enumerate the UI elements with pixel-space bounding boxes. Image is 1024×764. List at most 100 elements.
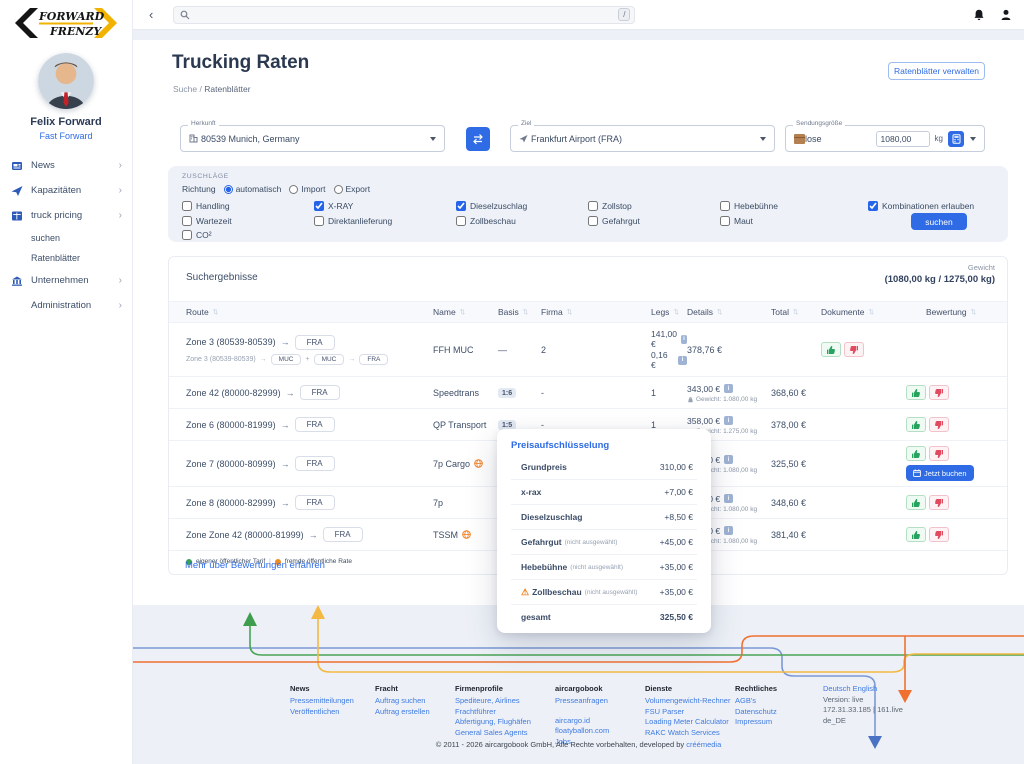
column-header[interactable]: Total⇅ [771, 307, 821, 317]
footer-link[interactable]: AGB's [735, 696, 823, 707]
checkbox-co2[interactable]: CO² [182, 230, 212, 240]
calculator-button[interactable] [948, 131, 964, 147]
column-header[interactable]: Bewertung⇅ [906, 307, 1009, 317]
thumbs-down-button[interactable] [929, 446, 949, 461]
column-header[interactable]: Route⇅ [186, 307, 433, 317]
footer-link[interactable]: Auftrag suchen [375, 696, 463, 707]
back-button[interactable]: ‹ [149, 8, 153, 21]
checkbox-xray[interactable]: X-RAY [314, 201, 353, 211]
radio-import[interactable]: Import [289, 184, 325, 194]
sort-icon[interactable]: ⇅ [567, 308, 572, 316]
sort-icon[interactable]: ⇅ [793, 308, 798, 316]
footer-link[interactable]: aircargo.id [555, 716, 643, 727]
sort-icon[interactable]: ⇅ [868, 308, 873, 316]
footer-link[interactable]: Veröffentlichen [290, 707, 378, 718]
destination-chip[interactable]: FRA [295, 456, 335, 471]
footer-link[interactable]: Loading Meter Calculator [645, 717, 745, 728]
manage-rate-sheets-button[interactable]: Ratenblätter verwalten [888, 62, 985, 80]
destination-chip[interactable]: FRA [295, 495, 335, 510]
destination-chip[interactable]: FRA [300, 385, 340, 400]
checkbox-gefahrgut[interactable]: Gefahrgut [588, 216, 640, 226]
sort-icon[interactable]: ⇅ [971, 308, 976, 316]
info-icon[interactable] [678, 356, 687, 365]
info-icon[interactable] [724, 526, 733, 535]
checkbox-kombinationen[interactable]: Kombinationen erlauben [868, 201, 974, 211]
origin-field[interactable]: Herkunft 80539 Munich, Germany [180, 125, 445, 152]
footer-link[interactable]: General Sales Agents [455, 728, 551, 739]
thumbs-up-button[interactable] [906, 495, 926, 510]
info-icon[interactable] [724, 384, 733, 393]
sidebar-item-administration[interactable]: Administration › [0, 293, 132, 318]
destination-chip[interactable]: FRA [295, 417, 335, 432]
destination-field[interactable]: Ziel Frankfurt Airport (FRA) [510, 125, 775, 152]
notifications-bell-icon[interactable] [973, 9, 985, 21]
sort-icon[interactable]: ⇅ [673, 308, 678, 316]
checkbox-zollbeschau[interactable]: Zollbeschau [456, 216, 516, 226]
thumbs-up-button[interactable] [906, 385, 926, 400]
radio-export[interactable]: Export [334, 184, 371, 194]
footer-link[interactable]: Pressemitteilungen [290, 696, 378, 707]
checkbox-direktanlieferung[interactable]: Direktanlieferung [314, 216, 392, 226]
info-icon[interactable] [724, 455, 733, 464]
footer-link[interactable]: Datenschutz [735, 707, 823, 718]
footer-link[interactable]: FSU Parser [645, 707, 745, 718]
weight-input[interactable] [876, 131, 930, 147]
language-switch-link[interactable]: Deutsch English [823, 684, 933, 695]
sort-icon[interactable]: ⇅ [213, 308, 218, 316]
checkbox-handling[interactable]: Handling [182, 201, 230, 211]
sort-icon[interactable]: ⇅ [523, 308, 528, 316]
more-about-ratings-link[interactable]: Mehr über Bewertungen erfahren [185, 560, 325, 571]
footer-link[interactable]: Presseanfragen [555, 696, 643, 707]
leg-chip[interactable]: FRA [359, 354, 388, 365]
column-header[interactable]: Dokumente⇅ [821, 307, 906, 317]
thumbs-down-button[interactable] [929, 417, 949, 432]
checkbox-dieselzuschlag[interactable]: Dieselzuschlag [456, 201, 527, 211]
sort-icon[interactable]: ⇅ [460, 308, 465, 316]
destination-chip[interactable]: FRA [323, 527, 363, 542]
thumbs-down-button[interactable] [844, 342, 864, 357]
footer-link[interactable]: Volumengewicht-Rechner [645, 696, 745, 707]
user-company-link[interactable]: Fast Forward [0, 131, 132, 141]
sidebar-item-kapazitaeten[interactable]: Kapazitäten › [0, 178, 132, 203]
footer-link[interactable]: Spediteure, Airlines [455, 696, 551, 707]
sidebar-item-unternehmen[interactable]: Unternehmen › [0, 268, 132, 293]
footer-link[interactable]: Auftrag erstellen [375, 707, 463, 718]
sidebar-subitem-suchen[interactable]: suchen [31, 228, 132, 248]
info-icon[interactable] [724, 416, 733, 425]
sidebar-item-news[interactable]: News › [0, 153, 132, 178]
checkbox-zollstop[interactable]: Zollstop [588, 201, 632, 211]
checkbox-maut[interactable]: Maut [720, 216, 753, 226]
thumbs-down-button[interactable] [929, 495, 949, 510]
footer-link[interactable]: floatyballon.com [555, 726, 643, 737]
checkbox-hebebuehne[interactable]: Hebebühne [720, 201, 778, 211]
sidebar-item-truck-pricing[interactable]: truck pricing › [0, 203, 132, 228]
radio-automatisch[interactable]: automatisch [224, 184, 282, 194]
info-icon[interactable] [681, 335, 687, 344]
thumbs-up-button[interactable] [906, 446, 926, 461]
footer-link[interactable]: Frachtführer [455, 707, 551, 718]
thumbs-down-button[interactable] [929, 385, 949, 400]
breadcrumb-suche[interactable]: Suche [173, 84, 197, 94]
checkbox-wartezeit[interactable]: Wartezeit [182, 216, 232, 226]
avatar[interactable] [38, 53, 94, 109]
column-header[interactable]: Legs⇅ [651, 307, 687, 317]
leg-chip[interactable]: MUC [314, 354, 345, 365]
footer-link[interactable]: RAKC Watch Services [645, 728, 745, 739]
search-button[interactable]: suchen [911, 213, 967, 230]
sort-icon[interactable]: ⇅ [717, 308, 722, 316]
column-header[interactable]: Name⇅ [433, 307, 498, 317]
thumbs-up-button[interactable] [906, 417, 926, 432]
global-search[interactable]: / [173, 6, 635, 24]
developer-link[interactable]: créémedia [686, 740, 721, 749]
table-row[interactable]: Zone 42 (80000-82999) → FRA Speedtrans 1… [169, 377, 1007, 409]
column-header[interactable]: Firma⇅ [541, 307, 651, 317]
swap-origin-destination-button[interactable] [466, 127, 490, 151]
info-icon[interactable] [724, 494, 733, 503]
thumbs-down-button[interactable] [929, 527, 949, 542]
table-row[interactable]: Zone 3 (80539-80539) → FRA Zone 3 (80539… [169, 323, 1007, 377]
footer-link[interactable]: Impressum [735, 717, 823, 728]
sidebar-subitem-ratenblaetter[interactable]: Ratenblätter [31, 248, 132, 268]
column-header[interactable]: Details⇅ [687, 307, 771, 317]
user-account-icon[interactable] [1000, 9, 1012, 21]
shipment-type[interactable]: lose [805, 134, 822, 144]
